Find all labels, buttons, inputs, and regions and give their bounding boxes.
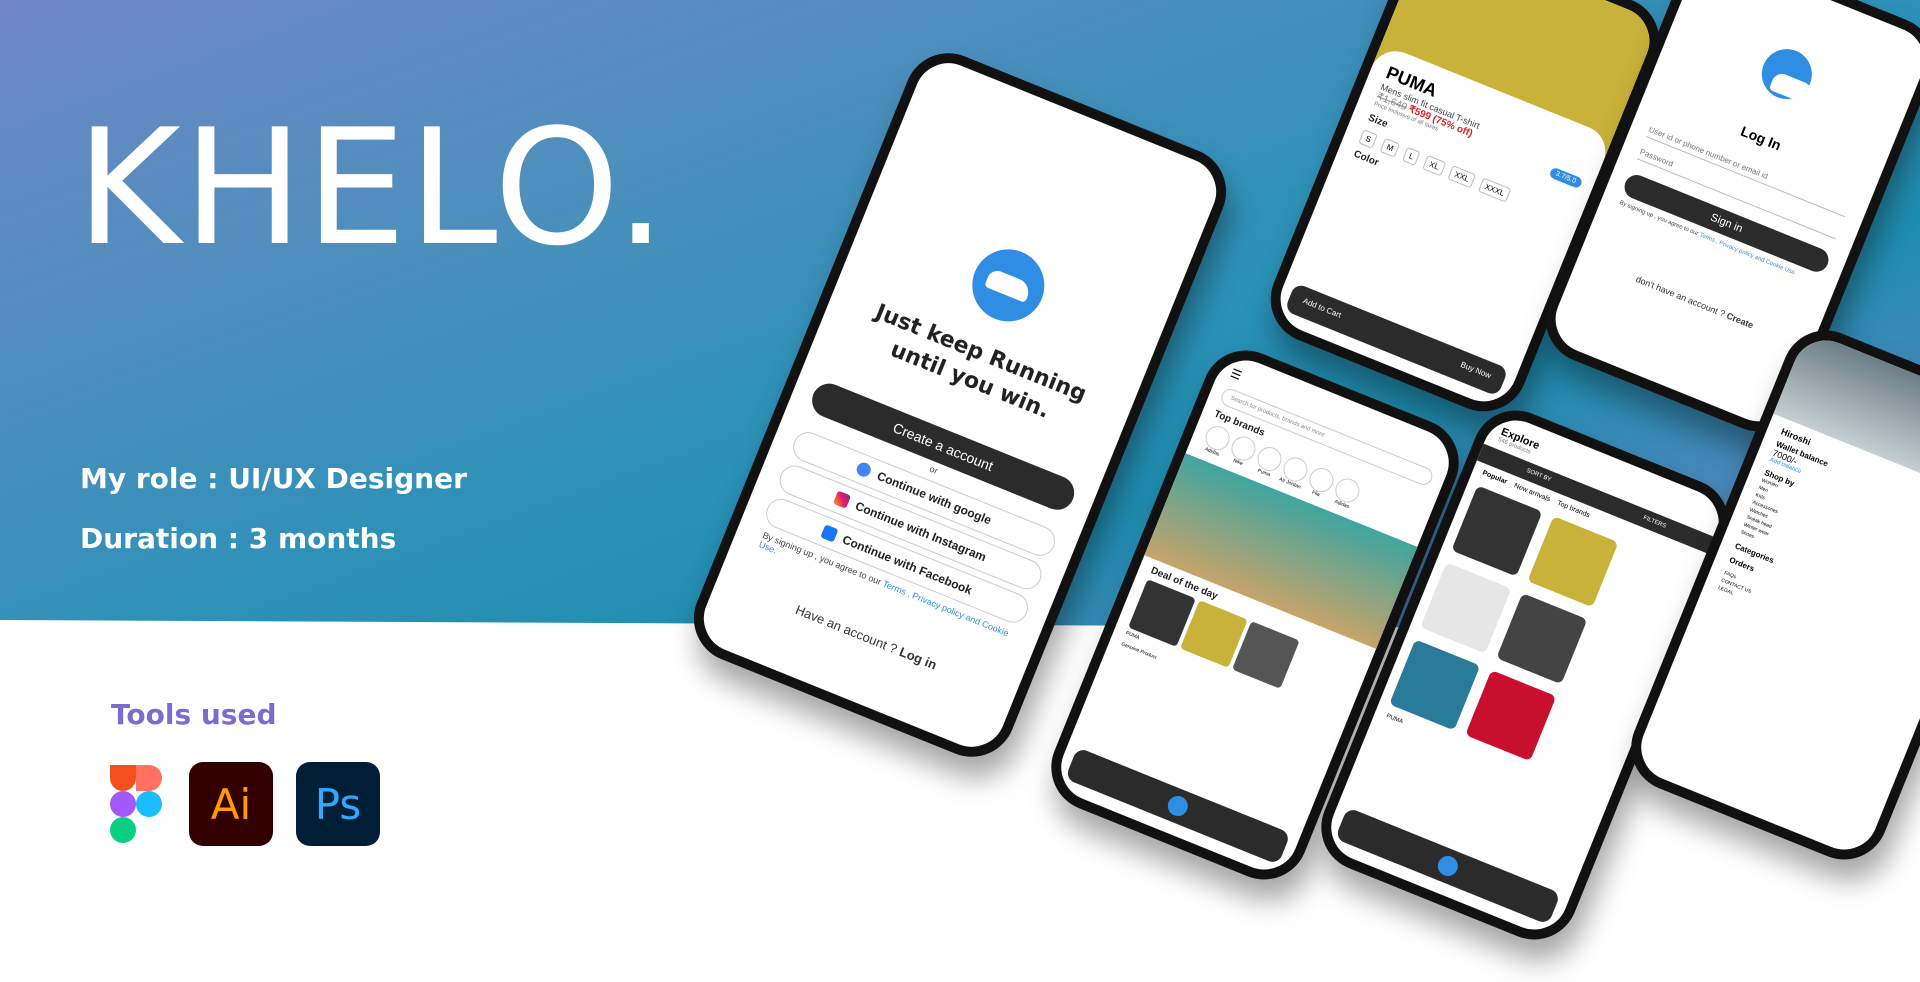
shoe-logo-icon bbox=[1754, 41, 1820, 107]
size-option[interactable]: S bbox=[1358, 129, 1379, 149]
add-to-cart-button[interactable]: Add to Cart bbox=[1302, 296, 1343, 320]
instagram-icon bbox=[832, 490, 851, 509]
create-link[interactable]: Create bbox=[1725, 311, 1755, 331]
filters-button[interactable]: FILTERS bbox=[1642, 515, 1667, 530]
figma-icon bbox=[110, 765, 162, 843]
size-option[interactable]: L bbox=[1401, 146, 1421, 167]
login-link[interactable]: Log in bbox=[897, 644, 939, 673]
buy-now-button[interactable]: Buy Now bbox=[1459, 360, 1492, 380]
search-nav-icon[interactable] bbox=[1164, 792, 1191, 820]
product-card[interactable] bbox=[1389, 639, 1481, 731]
google-icon bbox=[854, 460, 873, 479]
size-option[interactable]: M bbox=[1379, 137, 1401, 158]
search-nav-icon[interactable] bbox=[1434, 852, 1461, 880]
illustrator-icon: Ai bbox=[189, 762, 273, 846]
brand-title: KHELO. bbox=[76, 94, 669, 281]
shoe-logo-icon bbox=[961, 238, 1056, 333]
bottom-nav bbox=[1334, 807, 1561, 925]
brand-item[interactable]: Adidas bbox=[1329, 474, 1363, 512]
role-text: My role : UI/UX Designer bbox=[80, 462, 467, 495]
product-card[interactable] bbox=[1496, 593, 1588, 685]
facebook-icon bbox=[819, 524, 839, 543]
duration-text: Duration : 3 months bbox=[80, 522, 397, 555]
product-card[interactable] bbox=[1465, 670, 1557, 762]
size-option[interactable]: XXL bbox=[1447, 165, 1477, 189]
tools-title: Tools used bbox=[111, 698, 277, 731]
product-card[interactable] bbox=[1420, 562, 1512, 654]
bottom-nav bbox=[1064, 747, 1291, 865]
photoshop-icon: Ps bbox=[296, 762, 380, 846]
banner: KHELO. My role : UI/UX Designer Duration… bbox=[0, 0, 1920, 982]
size-option[interactable]: XL bbox=[1422, 154, 1447, 177]
